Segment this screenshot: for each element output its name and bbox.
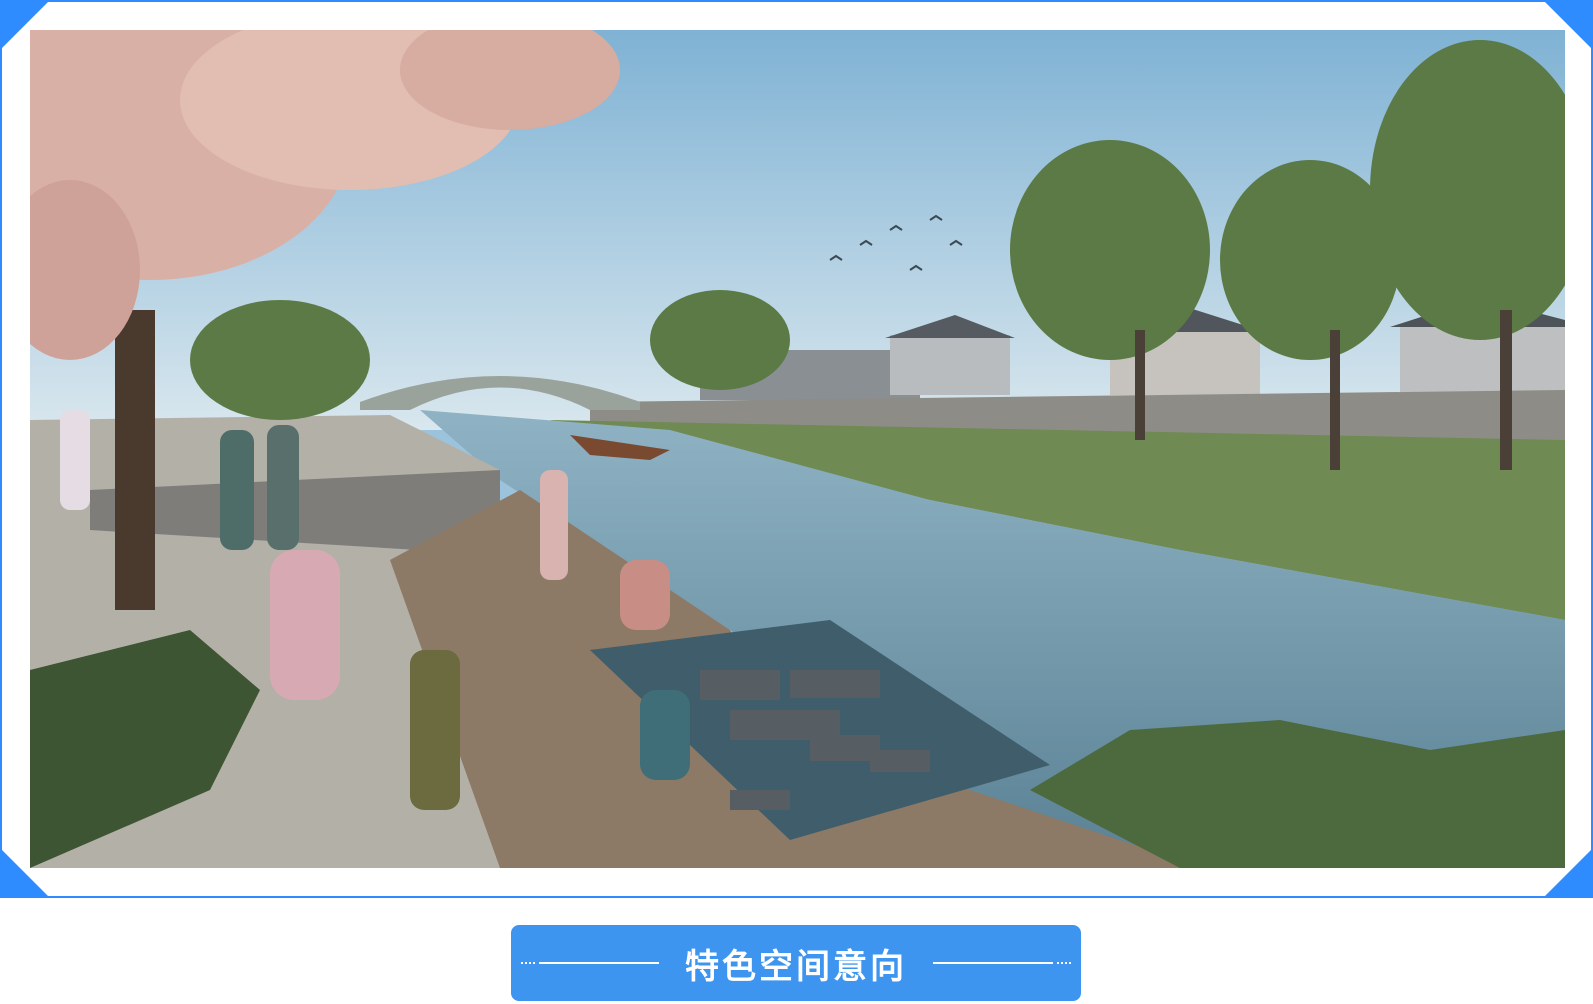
riverside-scene-illustration <box>30 30 1565 868</box>
caption-decor-line-right <box>933 962 1071 964</box>
image-frame <box>0 0 1593 898</box>
caption-title: 特色空间意向 <box>685 946 907 987</box>
landscape-rendering <box>30 30 1565 868</box>
caption-banner: 特色空间意向 <box>511 925 1081 1001</box>
caption-decor-line-left <box>521 962 659 964</box>
